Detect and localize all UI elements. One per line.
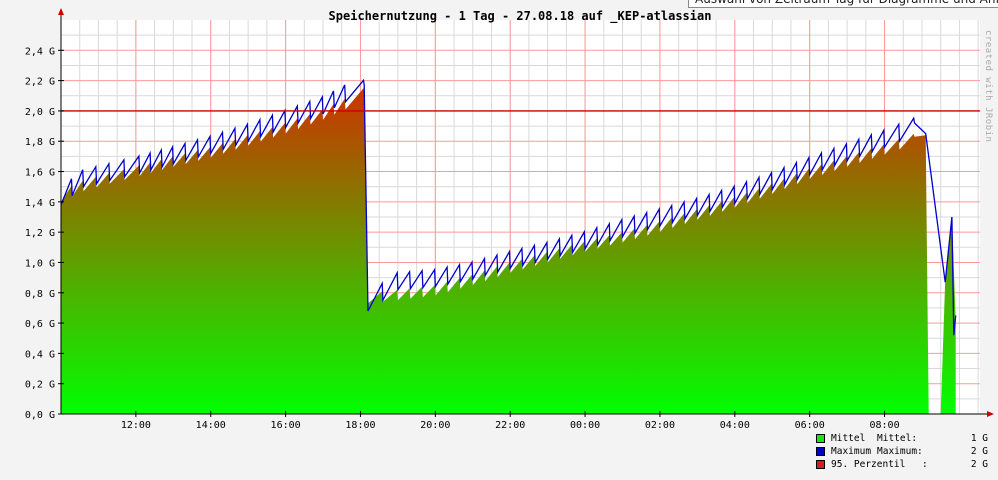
legend-item-maximum: Maximum Maximum: 2 G — [816, 445, 994, 458]
x-tick-label: 16:00 — [271, 420, 301, 431]
legend-swatch-mittel — [816, 434, 825, 443]
x-tick-label: 18:00 — [345, 420, 375, 431]
x-tick-label: 06:00 — [795, 420, 825, 431]
legend-item-perzentil: 95. Perzentil : 2 G — [816, 458, 994, 471]
chart-title: Speichernutzung - 1 Tag - 27.08.18 auf _… — [328, 9, 712, 23]
legend: Mittel Mittel: 1 G Maximum Maximum: 2 G … — [816, 432, 994, 471]
chart-svg: 0,0 G 0,2 G 0,4 G 0,6 G 0,8 G 1,0 G 1,2 G 1,4 G… — [25, 8, 994, 431]
legend-label: Maximum — [831, 446, 872, 457]
y-axis-labels: 0,0 G 0,2 G 0,4 G 0,6 G 0,8 G 1,0 G 1,2 G 1,4 G… — [25, 46, 55, 421]
y-tick-label: 2,0 G — [25, 107, 55, 118]
legend-swatch-perzentil — [816, 460, 825, 469]
y-tick-label: 1,2 G — [25, 228, 55, 239]
legend-value: 2 G — [970, 446, 988, 457]
legend-label: 95. Perzentil — [831, 459, 906, 470]
y-tick-label: 0,0 G — [25, 410, 55, 421]
y-tick-label: 1,6 G — [25, 168, 55, 179]
x-tick-label: 04:00 — [720, 420, 750, 431]
legend-stat: Maximum: — [877, 446, 923, 457]
y-tick-label: 1,8 G — [25, 137, 55, 148]
y-tick-label: 0,2 G — [25, 380, 55, 391]
y-tick-label: 0,8 G — [25, 289, 55, 300]
y-tick-label: 1,4 G — [25, 198, 55, 209]
x-tick-label: 00:00 — [570, 420, 600, 431]
legend-item-mittel: Mittel Mittel: 1 G — [816, 432, 994, 445]
y-tick-label: 2,2 G — [25, 77, 55, 88]
x-tick-label: 08:00 — [869, 420, 899, 431]
x-tick-label: 20:00 — [420, 420, 450, 431]
x-tick-label: 02:00 — [645, 420, 675, 431]
x-axis-arrow — [987, 411, 994, 417]
legend-stat: Mittel: — [877, 433, 918, 444]
x-axis-labels: 12:00 14:00 16:00 18:00 20:00 22:00 00:00 02:00… — [121, 420, 900, 431]
x-tick-label: 22:00 — [495, 420, 525, 431]
y-tick-label: 1,0 G — [25, 258, 55, 269]
legend-stat: : — [922, 459, 928, 470]
legend-label: Mittel — [831, 433, 866, 444]
x-tick-label: 14:00 — [196, 420, 226, 431]
legend-value: 1 G — [970, 433, 988, 444]
y-tick-label: 0,4 G — [25, 349, 55, 360]
watermark: created with JRobin — [983, 30, 993, 143]
y-tick-label: 0,6 G — [25, 319, 55, 330]
x-tick-label: 12:00 — [121, 420, 151, 431]
legend-value: 2 G — [970, 459, 988, 470]
y-tick-label: 2,4 G — [25, 46, 55, 57]
legend-swatch-maximum — [816, 447, 825, 456]
